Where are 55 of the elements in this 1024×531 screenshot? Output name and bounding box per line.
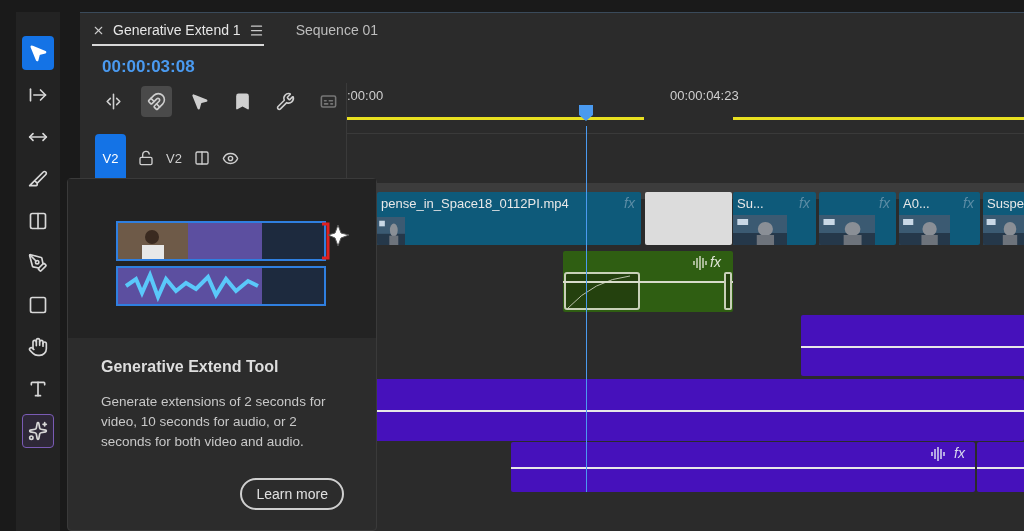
- fx-label: fx: [963, 194, 974, 211]
- wrench-icon: [276, 91, 295, 111]
- sequence-tab[interactable]: Sequence 01: [295, 16, 379, 46]
- clip-name: Su...: [737, 195, 764, 211]
- track-select-icon: [28, 85, 48, 105]
- audio-clip[interactable]: [801, 314, 1024, 376]
- pen-icon: [28, 253, 48, 273]
- tooltip-description: Generate extensions of 2 seconds for video, 10 seconds for audio, or 2 seconds for both video and audio.: [101, 393, 327, 451]
- insert-icon: [104, 91, 123, 111]
- video-clip[interactable]: Su... fx: [733, 191, 816, 245]
- video-clip[interactable]: Suspe: [983, 191, 1024, 245]
- audio-clip[interactable]: [977, 441, 1024, 492]
- rectangle-icon: [28, 295, 48, 315]
- tool-button[interactable]: [22, 36, 54, 70]
- lock-icon[interactable]: [138, 150, 154, 166]
- learn-more-button[interactable]: Learn more: [240, 478, 344, 510]
- type-icon: [28, 379, 48, 399]
- sparkle-icon: [28, 421, 48, 441]
- waveform-icon: [931, 446, 947, 461]
- fx-label: fx: [954, 444, 965, 461]
- track-name: V2: [166, 150, 182, 166]
- playhead-icon[interactable]: [579, 105, 593, 121]
- tab-label: Sequence 01: [295, 22, 379, 38]
- linked-selection-icon: [190, 91, 209, 111]
- ruler-time: :00:00: [347, 88, 384, 103]
- fx-label: fx: [710, 253, 721, 270]
- fx-label: fx: [799, 194, 810, 211]
- fx-label: fx: [624, 194, 635, 211]
- video-clip[interactable]: A0... fx: [899, 191, 980, 245]
- waveform-icon: [693, 255, 709, 270]
- slip-icon: [28, 211, 48, 231]
- razor-icon: [28, 169, 48, 189]
- timeline-tool-button[interactable]: [141, 85, 172, 117]
- timecode[interactable]: 00:00:03:08: [80, 49, 1024, 83]
- sequence-tab[interactable]: Generative Extend 1: [92, 16, 264, 46]
- time-ruler[interactable]: :00:00 00:00:04:23: [347, 83, 1024, 134]
- audio-clip[interactable]: fx: [563, 250, 733, 312]
- marker-icon: [233, 91, 252, 111]
- audio-clip[interactable]: fx: [511, 441, 975, 492]
- trim-handle[interactable]: [724, 271, 732, 310]
- hand-icon: [28, 337, 48, 357]
- ruler-time: 00:00:04:23: [670, 88, 739, 103]
- tooltip-title: Generative Extend Tool: [101, 358, 280, 376]
- fx-label: fx: [879, 194, 890, 211]
- pointer-icon: [28, 43, 48, 63]
- sync-icon[interactable]: [193, 150, 210, 166]
- video-clip[interactable]: pense_in_Space18_0112PI.mp4 fx: [377, 191, 641, 245]
- clip-name: A0...: [903, 195, 930, 211]
- clip-name: pense_in_Space18_0112PI.mp4: [381, 195, 569, 211]
- volume-line: [977, 466, 1024, 469]
- magnet-icon: [147, 91, 166, 111]
- tab-label: Generative Extend 1: [113, 22, 241, 38]
- tool-button[interactable]: [22, 414, 54, 448]
- menu-icon[interactable]: [248, 22, 264, 38]
- clip-name: Suspe: [987, 195, 1024, 211]
